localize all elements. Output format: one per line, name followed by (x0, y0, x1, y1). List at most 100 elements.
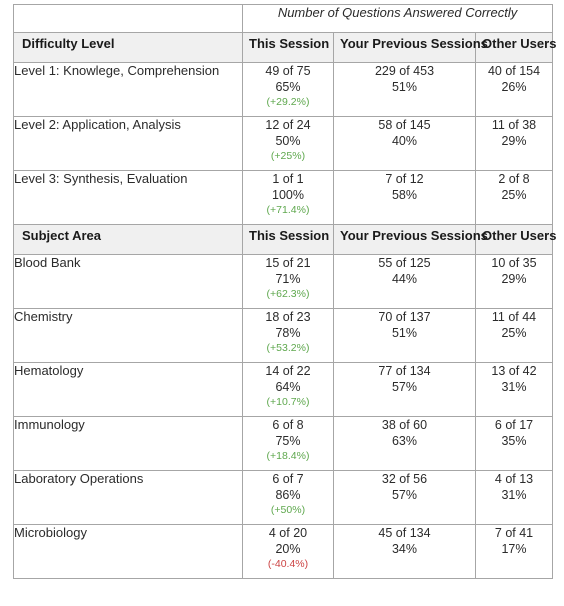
metric-fraction: 6 of 7 (272, 472, 304, 486)
metric-fraction: 10 of 35 (491, 256, 537, 270)
row-label: Blood Bank (13, 254, 243, 309)
metric-fraction: 2 of 8 (498, 172, 530, 186)
metric-percent: 57% (391, 380, 418, 394)
metric-percent: 25% (501, 188, 527, 202)
performance-statistics-table: Number of Questions Answered Correctly D… (13, 4, 556, 579)
metric-fraction: 77 of 134 (378, 364, 431, 378)
metric-percent: 51% (391, 80, 418, 94)
metric-percent: 29% (501, 134, 527, 148)
metric-fraction: 11 of 38 (491, 118, 537, 132)
metric-fraction: 13 of 42 (491, 364, 537, 378)
metric-percent: 26% (501, 80, 527, 94)
metric-percent: 20% (275, 542, 301, 556)
cell-other-users: 6 of 17 35% (474, 416, 554, 471)
metric-fraction: 4 of 20 (268, 526, 308, 540)
row-label: Hematology (13, 362, 243, 417)
cell-other-users: 10 of 35 29% (474, 254, 554, 309)
metric-delta: (+71.4%) (266, 204, 310, 216)
table-row: Microbiology 4 of 20 20% (-40.4%) 45 of 134 3… (13, 524, 554, 579)
cell-this-session: 12 of 24 50% (+25%) (242, 116, 334, 171)
cell-previous-sessions: 58 of 145 40% (333, 116, 476, 171)
metric-fraction: 55 of 125 (378, 256, 431, 270)
metric-percent: 78% (275, 326, 301, 340)
cell-previous-sessions: 55 of 125 44% (333, 254, 476, 309)
table-row: Chemistry 18 of 23 78% (+53.2%) 70 of 137 51%… (13, 308, 554, 363)
column-header-other-users[interactable]: Other Users (474, 32, 556, 63)
table-row: Level 2: Application, Analysis 12 of 24 50… (13, 116, 554, 171)
metric-fraction: 70 of 137 (378, 310, 431, 324)
row-label: Microbiology (13, 524, 243, 579)
section-header-row: Subject Area This Session Your Previous Se… (13, 224, 556, 255)
table-row: Immunology 6 of 8 75% (+18.4%) 38 of 60 63% 6 … (13, 416, 554, 471)
metric-delta: (+50%) (270, 504, 306, 516)
cell-other-users: 11 of 38 29% (474, 116, 554, 171)
cell-other-users: 7 of 41 17% (474, 524, 554, 579)
metric-fraction: 1 of 1 (272, 172, 304, 186)
metric-delta: (+10.7%) (266, 396, 310, 408)
column-header-other-users[interactable]: Other Users (474, 224, 556, 255)
cell-previous-sessions: 70 of 137 51% (333, 308, 476, 363)
metric-fraction: 38 of 60 (381, 418, 428, 432)
table-caption: Number of Questions Answered Correctly (241, 4, 554, 33)
row-label: Level 2: Application, Analysis (13, 116, 243, 171)
metric-percent: 100% (272, 188, 304, 202)
row-label: Level 3: Synthesis, Evaluation (13, 170, 243, 225)
metric-fraction: 15 of 21 (265, 256, 311, 270)
row-label: Chemistry (13, 308, 243, 363)
column-header-your-previous-sessions[interactable]: Your Previous Sessions (333, 224, 488, 255)
metric-fraction: 45 of 134 (378, 526, 431, 540)
cell-this-session: 18 of 23 78% (+53.2%) (242, 308, 334, 363)
metric-fraction: 32 of 56 (381, 472, 428, 486)
section-header-row: Difficulty Level This Session Your Previou… (13, 32, 556, 63)
metric-fraction: 18 of 23 (265, 310, 311, 324)
table-row: Laboratory Operations 6 of 7 86% (+50%) 32 o… (13, 470, 554, 525)
metric-percent: 75% (275, 434, 301, 448)
row-label: Laboratory Operations (13, 470, 243, 525)
cell-previous-sessions: 45 of 134 34% (333, 524, 476, 579)
cell-previous-sessions: 77 of 134 57% (333, 362, 476, 417)
caption-blank-cell (13, 4, 243, 33)
section-header-label: Subject Area (13, 224, 243, 255)
table-row: Level 1: Knowlege, Comprehension 49 of 75… (13, 62, 554, 117)
table-row: Blood Bank 15 of 21 71% (+62.3%) 55 of 125 44… (13, 254, 554, 309)
metric-fraction: 58 of 145 (378, 118, 431, 132)
cell-previous-sessions: 7 of 12 58% (333, 170, 476, 225)
cell-this-session: 6 of 8 75% (+18.4%) (242, 416, 334, 471)
metric-fraction: 14 of 22 (265, 364, 311, 378)
row-label: Level 1: Knowlege, Comprehension (13, 62, 243, 117)
metric-delta: (-40.4%) (267, 558, 309, 570)
metric-percent: 29% (501, 272, 527, 286)
metric-percent: 50% (275, 134, 301, 148)
metric-delta: (+18.4%) (266, 450, 310, 462)
cell-other-users: 11 of 44 25% (474, 308, 554, 363)
table-row: Hematology 14 of 22 64% (+10.7%) 77 of 134 57… (13, 362, 554, 417)
metric-percent: 31% (501, 380, 527, 394)
metric-fraction: 40 of 154 (487, 64, 541, 78)
metric-percent: 34% (391, 542, 418, 556)
section-header-label: Difficulty Level (13, 32, 243, 63)
metric-delta: (+25%) (270, 150, 306, 162)
cell-other-users: 4 of 13 31% (474, 470, 554, 525)
caption-row: Number of Questions Answered Correctly (13, 4, 554, 33)
metric-percent: 63% (391, 434, 418, 448)
performance-stats-container: Number of Questions Answered Correctly D… (0, 0, 564, 579)
cell-other-users: 2 of 8 25% (474, 170, 554, 225)
row-label: Immunology (13, 416, 243, 471)
cell-this-session: 14 of 22 64% (+10.7%) (242, 362, 334, 417)
cell-previous-sessions: 229 of 453 51% (333, 62, 476, 117)
metric-fraction: 11 of 44 (491, 310, 537, 324)
column-header-your-previous-sessions[interactable]: Your Previous Sessions (333, 32, 488, 63)
table-body: Number of Questions Answered Correctly D… (13, 4, 556, 579)
column-header-this-session[interactable]: This Session (242, 224, 334, 255)
metric-fraction: 4 of 13 (494, 472, 534, 486)
metric-fraction: 229 of 453 (374, 64, 435, 78)
cell-this-session: 15 of 21 71% (+62.3%) (242, 254, 334, 309)
cell-this-session: 4 of 20 20% (-40.4%) (242, 524, 334, 579)
metric-fraction: 12 of 24 (265, 118, 311, 132)
table-row: Level 3: Synthesis, Evaluation 1 of 1 100%… (13, 170, 554, 225)
column-header-this-session[interactable]: This Session (242, 32, 334, 63)
cell-other-users: 40 of 154 26% (474, 62, 554, 117)
metric-delta: (+53.2%) (266, 342, 310, 354)
metric-fraction: 49 of 75 (265, 64, 311, 78)
metric-delta: (+62.3%) (266, 288, 310, 300)
